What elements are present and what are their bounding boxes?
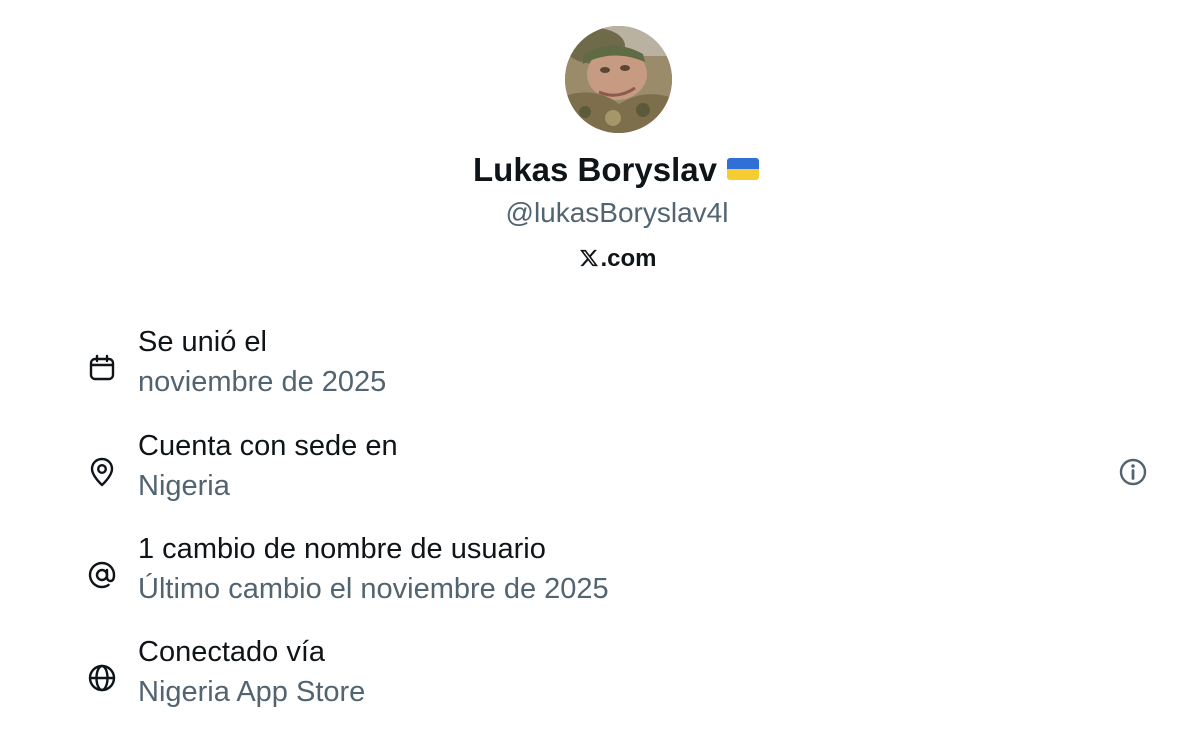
username-changes-title: 1 cambio de nombre de usuario xyxy=(138,533,546,565)
site-label: .com xyxy=(0,241,1200,277)
account-info-page: Lukas Boryslav @lukasBoryslav4l .com Se … xyxy=(0,0,1200,742)
x-logo-icon xyxy=(580,249,599,266)
user-handle: @lukasBoryslav4l xyxy=(505,197,729,228)
avatar-image xyxy=(565,26,672,133)
at-sign-icon xyxy=(88,561,116,589)
username-changes-detail: Último cambio el noviembre de 2025 xyxy=(138,573,609,605)
connected-via-title: Conectado vía xyxy=(138,636,326,668)
avatar[interactable] xyxy=(565,26,672,133)
location-title: Cuenta con sede en xyxy=(138,430,398,462)
connected-via-value: Nigeria App Store xyxy=(138,676,366,708)
joined-date: noviembre de 2025 xyxy=(138,366,387,398)
joined-row: Se unió el noviembre de 2025 xyxy=(0,322,1200,412)
info-icon[interactable] xyxy=(1117,456,1149,488)
joined-title: Se unió el xyxy=(138,326,267,358)
ukraine-flag-icon xyxy=(726,158,759,181)
calendar-icon xyxy=(89,354,115,381)
username-changes-row: 1 cambio de nombre de usuario Último cam… xyxy=(0,529,1200,619)
connected-via-row: Conectado vía Nigeria App Store xyxy=(0,632,1200,722)
location-row: Cuenta con sede en Nigeria xyxy=(0,426,1200,516)
display-name-row: Lukas Boryslav xyxy=(0,148,1200,192)
location-value: Nigeria xyxy=(138,470,230,502)
globe-icon xyxy=(88,664,116,692)
site-suffix: .com xyxy=(600,245,657,272)
display-name: Lukas Boryslav xyxy=(473,151,717,188)
location-pin-icon xyxy=(90,457,114,487)
